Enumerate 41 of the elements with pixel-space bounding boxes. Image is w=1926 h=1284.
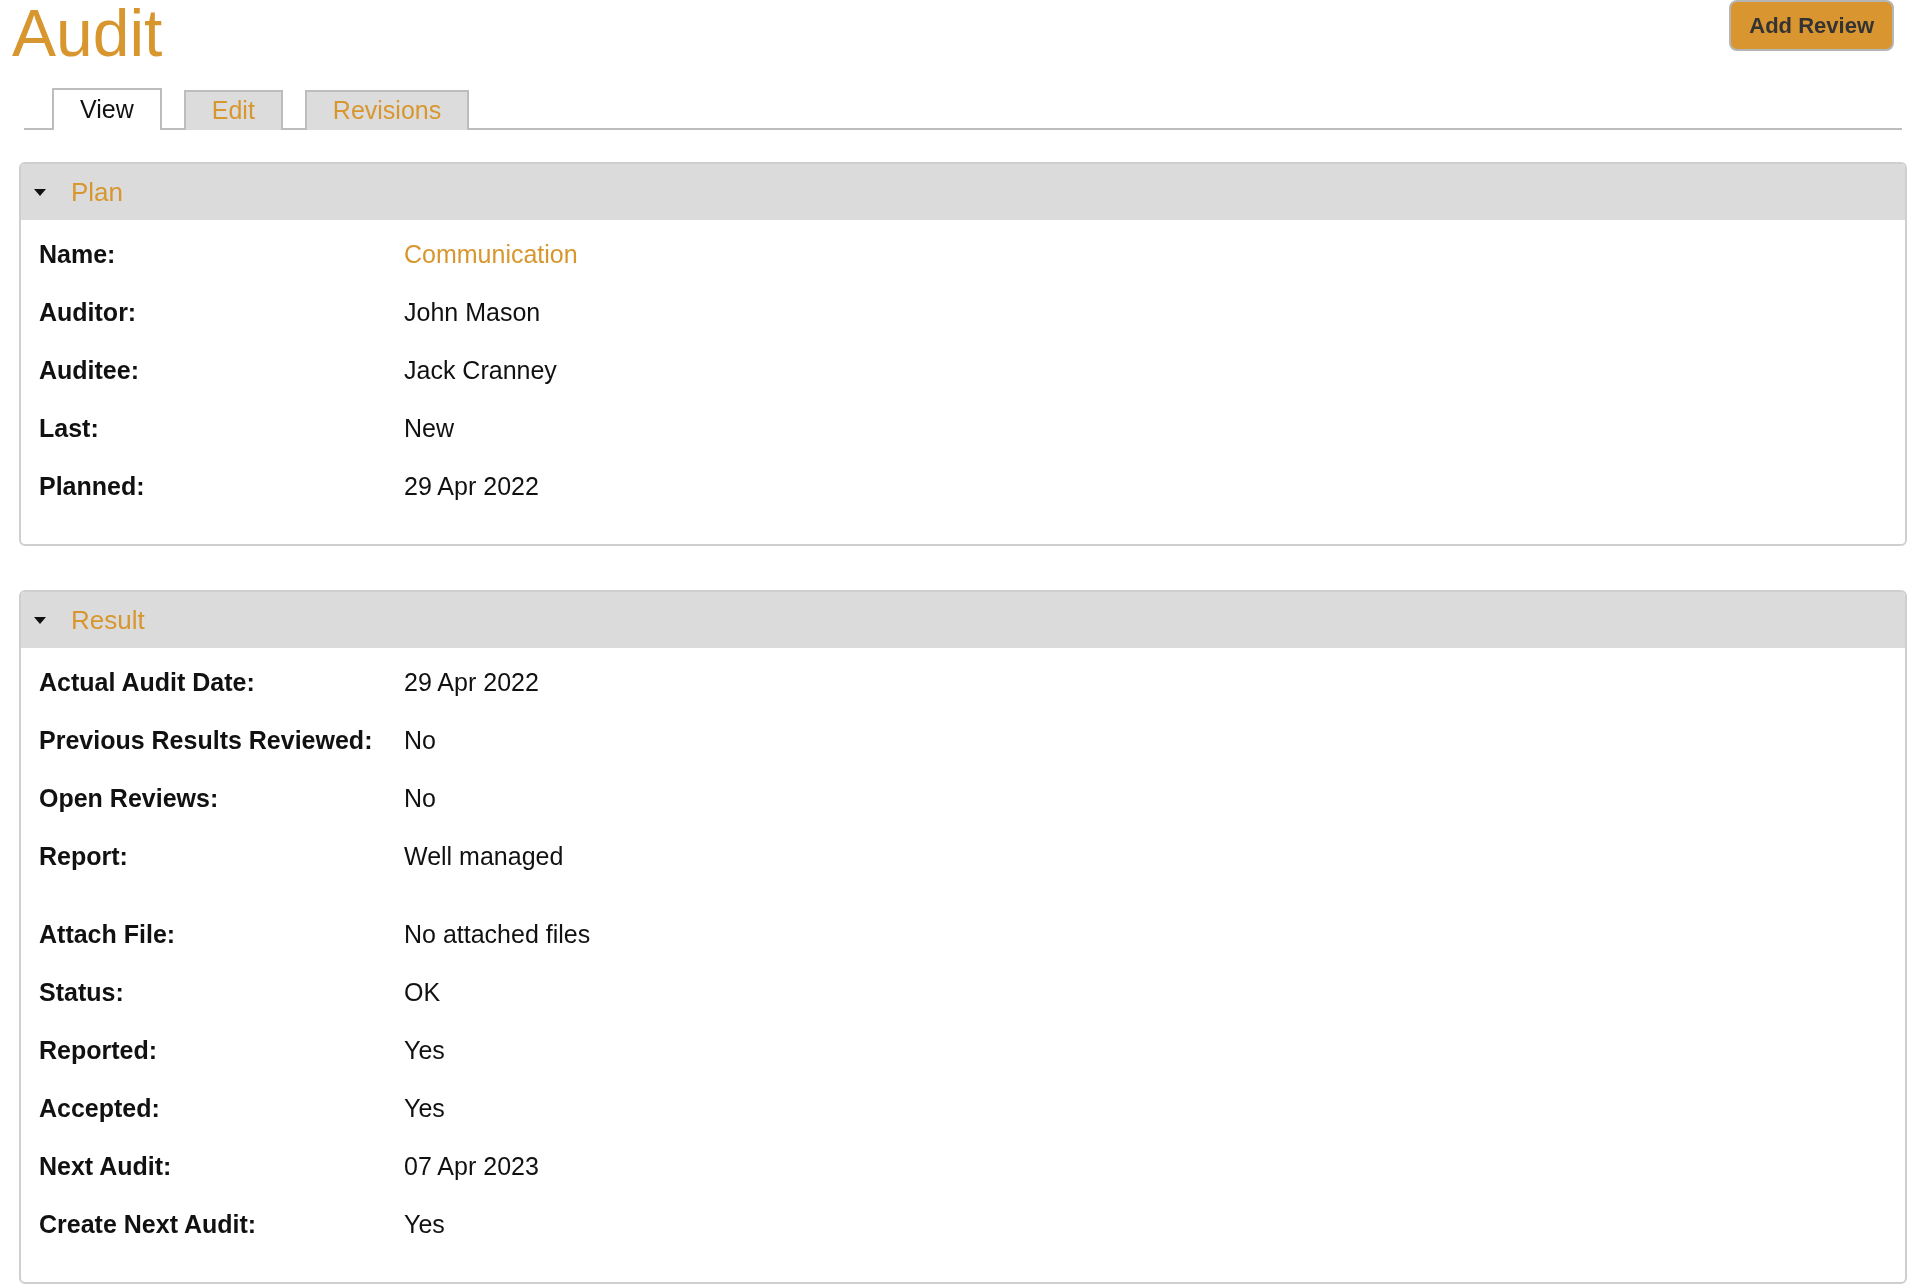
field-value: Well managed	[404, 841, 564, 873]
field-value: 07 Apr 2023	[404, 1151, 539, 1183]
field-label: Auditee:	[39, 355, 140, 387]
field-label: Last:	[39, 413, 100, 445]
tab[interactable]: Revisions	[304, 90, 470, 130]
section-header[interactable]: Result	[21, 592, 1905, 648]
field-value: Jack Cranney	[404, 355, 557, 387]
field-label: Attach File:	[39, 919, 177, 951]
field-label: Create Next Audit:	[39, 1209, 258, 1241]
field-label: Reported:	[39, 1035, 159, 1067]
caret-down-icon	[33, 187, 47, 197]
field-label: Report:	[39, 841, 129, 873]
field-label: Actual Audit Date:	[39, 667, 256, 699]
page-title: Audit	[11, 0, 163, 66]
field-link[interactable]: Communication	[404, 236, 578, 274]
field-value: New	[404, 413, 454, 445]
field-value: Yes	[404, 1093, 445, 1125]
section-header[interactable]: Plan	[21, 164, 1905, 220]
caret-down-icon	[33, 615, 47, 625]
field-label: Open Reviews:	[39, 783, 220, 815]
field-label: Auditor:	[39, 297, 138, 329]
field-value: No	[404, 783, 436, 815]
field-value: 29 Apr 2022	[404, 471, 539, 503]
add-review-button[interactable]: Add Review	[1729, 0, 1894, 51]
field-label: Previous Results Reviewed:	[39, 725, 374, 757]
field-value: No attached files	[404, 919, 591, 951]
tab[interactable]: View	[52, 88, 162, 130]
field-label: Status:	[39, 977, 125, 1009]
field-label: Next Audit:	[39, 1151, 173, 1183]
field-label: Name:	[39, 239, 117, 271]
field-value: OK	[404, 977, 441, 1009]
field-value: Yes	[404, 1035, 445, 1067]
section-title: Result	[71, 603, 145, 637]
field-value: Yes	[404, 1209, 445, 1241]
field-value: 29 Apr 2022	[404, 667, 539, 699]
field-value: John Mason	[404, 297, 541, 329]
field-label: Planned:	[39, 471, 146, 503]
tab[interactable]: Edit	[183, 90, 283, 130]
field-value: No	[404, 725, 436, 757]
section-title: Plan	[71, 175, 124, 209]
field-label: Accepted:	[39, 1093, 161, 1125]
